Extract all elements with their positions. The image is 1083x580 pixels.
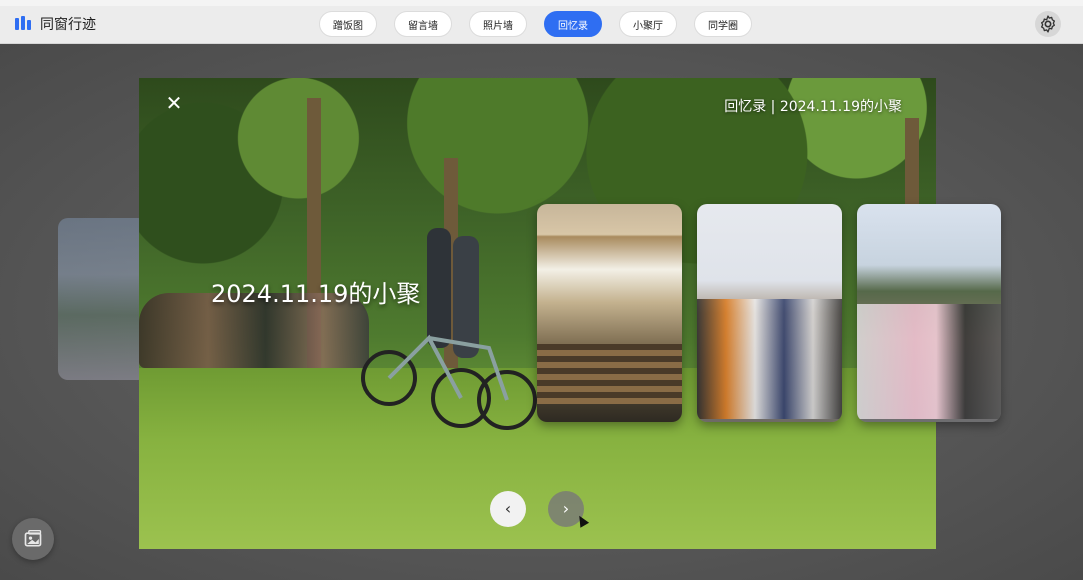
breadcrumb: 回忆录 | 2024.11.19的小聚 — [724, 99, 902, 115]
album-title: 2024.11.19的小聚 — [211, 280, 421, 308]
tab-meal-map[interactable]: 蹭饭图 — [319, 11, 377, 37]
app-name: 同窗行迹 — [40, 17, 96, 33]
photo-stairs — [537, 344, 682, 404]
tab-photo-wall[interactable]: 照片墙 — [469, 11, 527, 37]
tab-gathering-hall[interactable]: 小聚厅 — [619, 11, 677, 37]
album-photo-card[interactable] — [697, 204, 842, 422]
photo-gallery-icon — [24, 530, 42, 547]
chevron-left-icon: ‹ — [504, 499, 512, 518]
nav-tabs: 蹭饭图 留言墙 照片墙 回忆录 小聚厅 同学圈 — [319, 11, 752, 37]
top-navigation-bar: 同窗行迹 蹭饭图 留言墙 照片墙 回忆录 小聚厅 同学圈 — [0, 6, 1083, 44]
brand[interactable]: 同窗行迹 — [14, 14, 96, 34]
previous-button[interactable]: ‹ — [490, 491, 526, 527]
chevron-right-icon: › — [562, 499, 570, 518]
gear-icon — [1041, 15, 1055, 33]
album-photo-cards — [537, 204, 1007, 426]
app-logo-icon — [15, 16, 31, 30]
photo-bicycles — [361, 228, 537, 430]
photo-people — [697, 299, 842, 419]
album-photo-card[interactable] — [537, 204, 682, 422]
close-icon[interactable]: ✕ — [165, 93, 183, 113]
tab-classmate-circle[interactable]: 同学圈 — [694, 11, 752, 37]
photo-people — [857, 304, 1001, 419]
settings-button[interactable] — [1035, 11, 1061, 37]
tab-message-wall[interactable]: 留言墙 — [394, 11, 452, 37]
photo-gallery-button[interactable] — [12, 518, 54, 560]
album-photo-card[interactable] — [857, 204, 1001, 422]
previous-album-preview[interactable] — [58, 218, 148, 380]
tab-memoirs[interactable]: 回忆录 — [544, 11, 602, 37]
